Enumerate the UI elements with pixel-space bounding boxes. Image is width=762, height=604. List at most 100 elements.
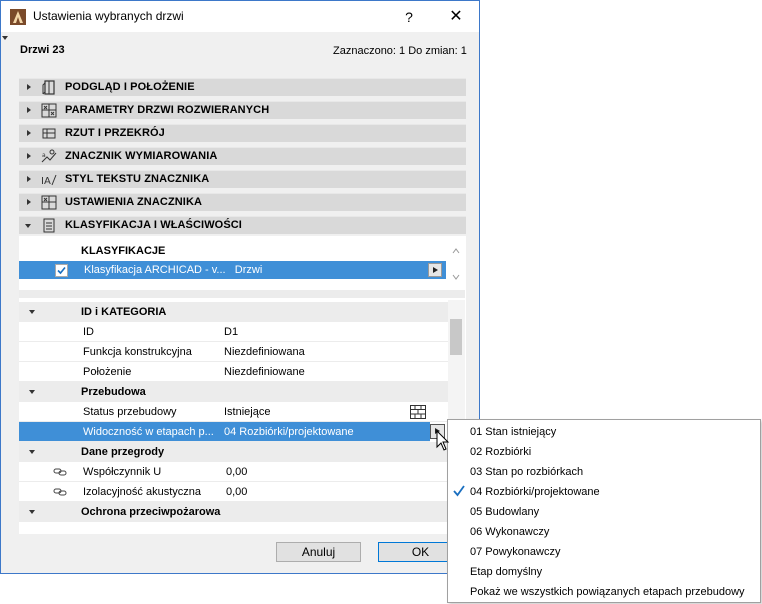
collapse-arrow-icon [29, 390, 35, 394]
element-name: Drzwi 23 [20, 44, 65, 56]
section-label: KLASYFIKACJA I WŁAŚCIWOŚCI [65, 219, 242, 231]
collapse-arrow-icon [29, 450, 35, 454]
property-key: Widoczność w etapach p... [83, 426, 214, 438]
section-klasyfikacja[interactable]: KLASYFIKACJA I WŁAŚCIWOŚCI [19, 216, 466, 234]
menu-item[interactable]: 03 Stan po rozbiórkach [448, 462, 760, 482]
plan-section-icon [42, 128, 56, 139]
section-rzut[interactable]: RZUT I PRZEKRÓJ [19, 124, 466, 142]
checkmark-icon [57, 266, 66, 275]
group-przebudowa[interactable]: Przebudowa [19, 382, 448, 402]
menu-item-label: 01 Stan istniejący [470, 426, 557, 438]
section-label: PODGLĄD I POŁOŻENIE [65, 81, 195, 93]
group-label: Przebudowa [81, 386, 146, 398]
expand-arrow-icon [27, 176, 31, 182]
menu-item[interactable]: 01 Stan istniejący [448, 422, 760, 442]
scroll-up-icon[interactable] [452, 247, 460, 255]
brick-wall-icon[interactable] [410, 405, 426, 419]
property-row[interactable]: Położenie Niezdefiniowane [19, 362, 448, 382]
collapse-arrow-icon [29, 310, 35, 314]
section-parametry[interactable]: PARAMETRY DRZWI ROZWIERANYCH [19, 101, 466, 119]
classification-picker-button[interactable] [428, 263, 442, 277]
svg-text:a: a [42, 152, 46, 159]
door-preview-icon [42, 80, 55, 95]
text-style-icon: IA [41, 174, 57, 187]
section-label: PARAMETRY DRZWI ROZWIERANYCH [65, 104, 270, 116]
parameters-icon [41, 103, 57, 118]
property-value: 0,00 [226, 466, 248, 478]
section-podglad[interactable]: PODGLĄD I POŁOŻENIE [19, 78, 466, 96]
archicad-app-icon [10, 9, 26, 25]
collapse-arrow-icon [25, 224, 31, 228]
menu-item-label: 05 Budowlany [470, 506, 540, 518]
stage-visibility-menu: 01 Stan istniejący 02 Rozbiórki 03 Stan … [447, 419, 761, 603]
expand-arrow-icon [27, 130, 31, 136]
menu-item-label: 04 Rozbiórki/projektowane [470, 486, 600, 498]
menu-item-label: 03 Stan po rozbiórkach [470, 466, 584, 478]
menu-item-label: 02 Rozbiórki [470, 446, 532, 458]
group-id-kategoria[interactable]: ID i KATEGORIA [19, 302, 448, 322]
menu-item[interactable]: 02 Rozbiórki [448, 442, 760, 462]
menu-item-label: 06 Wykonawczy [470, 526, 550, 538]
cancel-button[interactable]: Anuluj [276, 542, 361, 562]
property-value: 04 Rozbiórki/projektowane [224, 426, 354, 438]
svg-text:IA: IA [41, 176, 51, 187]
menu-item-label: 07 Powykonawczy [470, 546, 561, 558]
property-value: 0,00 [226, 486, 248, 498]
expand-arrow-icon [27, 107, 31, 113]
classification-checkbox[interactable] [55, 264, 68, 277]
group-ochrona[interactable]: Ochrona przeciwpożarowa [19, 502, 448, 522]
property-row-selected[interactable]: Widoczność w etapach p... 04 Rozbiórki/p… [19, 422, 430, 442]
property-value: Niezdefiniowana [224, 346, 305, 358]
property-row[interactable]: Izolacyjność akustyczna 0,00 [19, 482, 448, 502]
section-label: ZNACZNIK WYMIAROWANIA [65, 150, 218, 162]
checkmark-icon [453, 485, 465, 497]
marker-settings-icon [41, 195, 57, 210]
menu-item-label: Pokaż we wszystkich powiązanych etapach … [470, 586, 745, 598]
property-value: D1 [224, 326, 239, 338]
section-ustawienia-znacznika[interactable]: USTAWIENIA ZNACZNIKA [19, 193, 466, 211]
expand-arrow-icon [27, 153, 31, 159]
menu-item-label: Etap domyślny [470, 566, 543, 578]
group-label: Ochrona przeciwpożarowa [81, 506, 221, 518]
menu-item[interactable]: 06 Wykonawczy [448, 522, 760, 542]
property-row[interactable]: Status przebudowy Istniejące [19, 402, 448, 422]
section-label: RZUT I PRZEKRÓJ [65, 127, 165, 139]
section-label: USTAWIENIA ZNACZNIKA [65, 196, 203, 208]
property-key: Izolacyjność akustyczna [83, 486, 201, 498]
mouse-cursor-icon [436, 430, 450, 451]
property-value: Istniejące [224, 406, 271, 418]
property-row[interactable]: Funkcja konstrukcyjna Niezdefiniowana [19, 342, 448, 362]
menu-item[interactable]: 05 Budowlany [448, 502, 760, 522]
help-button[interactable]: ? [397, 5, 421, 29]
scrollbar-thumb[interactable] [450, 319, 462, 355]
link-icon [53, 468, 67, 476]
menu-item[interactable]: Etap domyślny [448, 562, 760, 582]
property-key: ID [83, 326, 94, 338]
title-bar[interactable]: Ustawienia wybranych drzwi ? ✕ [1, 1, 479, 32]
link-icon [53, 488, 67, 496]
collapse-arrow-icon[interactable] [2, 36, 8, 40]
section-label: STYL TEKSTU ZNACZNIKA [65, 173, 210, 185]
scroll-down-icon[interactable] [452, 273, 460, 281]
property-row[interactable]: Współczynnik U 0,00 [19, 462, 448, 482]
dimension-marker-icon: a [41, 149, 57, 163]
splitter[interactable] [19, 290, 465, 298]
property-key: Funkcja konstrukcyjna [83, 346, 192, 358]
property-key: Status przebudowy [83, 406, 177, 418]
group-label: ID i KATEGORIA [81, 306, 167, 318]
property-key: Współczynnik U [83, 466, 162, 478]
menu-item-selected[interactable]: 04 Rozbiórki/projektowane [448, 482, 760, 502]
collapse-arrow-icon [29, 510, 35, 514]
property-row[interactable]: ID D1 [19, 322, 448, 342]
close-button[interactable]: ✕ [441, 5, 471, 29]
section-znacznik-wymiarowania[interactable]: a ZNACZNIK WYMIAROWANIA [19, 147, 466, 165]
arrow-right-icon [433, 267, 438, 273]
classification-icon [43, 218, 55, 233]
window-title: Ustawienia wybranych drzwi [33, 9, 184, 23]
section-styl-tekstu[interactable]: IA STYL TEKSTU ZNACZNIKA [19, 170, 466, 188]
classifications-title: KLASYFIKACJE [81, 245, 166, 257]
group-dane-przegrody[interactable]: Dane przegrody [19, 442, 448, 462]
menu-item[interactable]: Pokaż we wszystkich powiązanych etapach … [448, 582, 760, 602]
selection-info: Zaznaczono: 1 Do zmian: 1 [333, 45, 467, 57]
menu-item[interactable]: 07 Powykonawczy [448, 542, 760, 562]
